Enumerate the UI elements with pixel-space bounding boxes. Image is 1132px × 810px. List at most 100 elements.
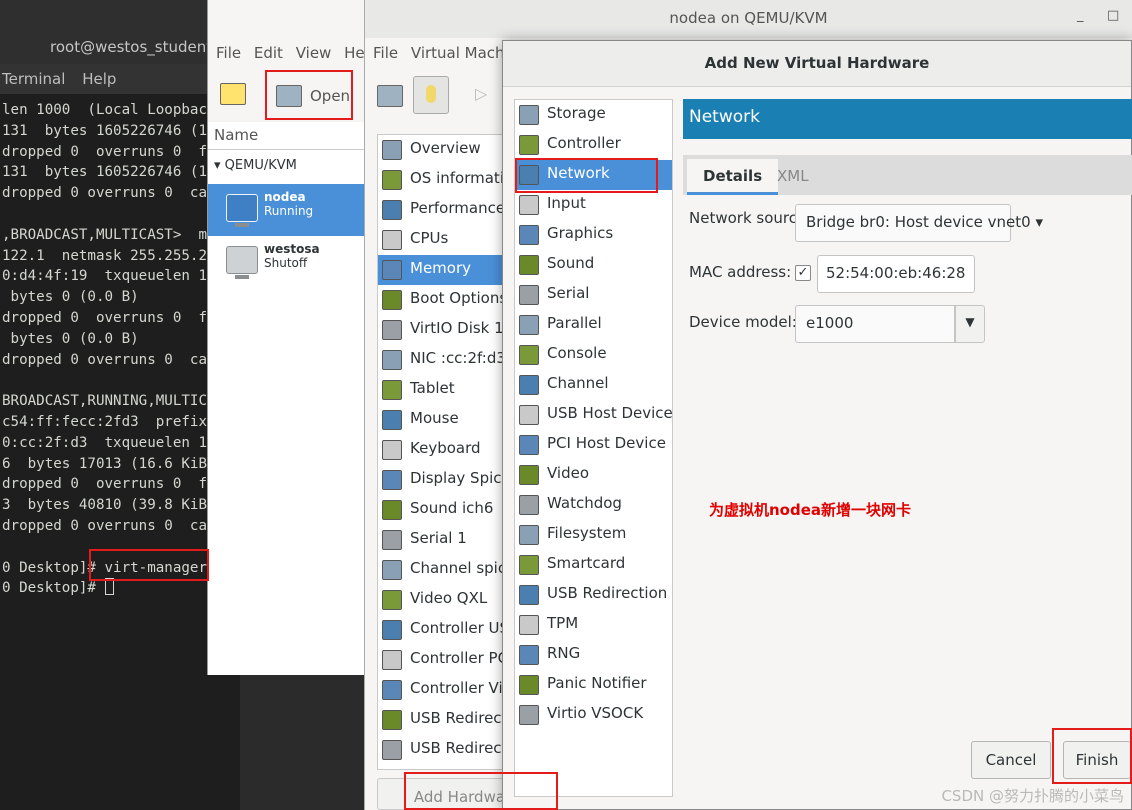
cancel-button[interactable]: Cancel — [971, 741, 1051, 779]
hardware-label: CPUs — [410, 229, 449, 247]
hardware-type-item[interactable]: RNG — [515, 640, 672, 670]
dropdown-arrow-icon: ▾ — [1035, 213, 1044, 231]
details-view-button[interactable] — [413, 76, 449, 114]
vm-menu-virtual-machine[interactable]: Virtual Machine — [411, 44, 515, 62]
hardware-label: USB Redirector — [410, 739, 506, 757]
hardware-icon — [519, 675, 539, 695]
hardware-type-item[interactable]: USB Host Device — [515, 400, 673, 430]
hardware-type-item[interactable]: Serial — [515, 280, 672, 310]
minimize-button[interactable]: _ — [1077, 8, 1084, 23]
add-hardware-dialog: Add New Virtual Hardware Storage Controll… — [502, 40, 1132, 810]
mac-address-checkbox[interactable]: ✓ — [795, 265, 811, 281]
maximize-button[interactable]: □ — [1107, 8, 1119, 23]
terminal-menu-help[interactable]: Help — [82, 70, 116, 88]
cursor — [104, 578, 114, 596]
vm-list-header[interactable]: Name — [208, 122, 378, 150]
vmm-menu-view[interactable]: View — [296, 44, 332, 62]
hardware-type-item[interactable]: Controller — [515, 130, 672, 160]
terminal-window[interactable]: root@westos_student50 Terminal Help len … — [0, 0, 240, 810]
hardware-icon — [382, 290, 402, 310]
hardware-type-item[interactable]: Network — [515, 160, 672, 190]
vm-hardware-item[interactable]: Sound ich6 — [378, 495, 506, 525]
hardware-label: Panic Notifier — [547, 674, 647, 692]
device-model-input[interactable]: e1000 — [795, 305, 955, 343]
vm-hardware-item[interactable]: Controller USB — [378, 615, 506, 645]
hardware-label: Parallel — [547, 314, 602, 332]
hardware-type-item[interactable]: TPM — [515, 610, 672, 640]
hardware-type-item[interactable]: Filesystem — [515, 520, 672, 550]
vm-hardware-item[interactable]: Display Spice — [378, 465, 506, 495]
terminal-menubar: Terminal Help — [0, 64, 240, 94]
hardware-label: Channel spice — [410, 559, 507, 577]
vm-hardware-item[interactable]: Boot Options — [378, 285, 506, 315]
terminal-line: c54:ff:fecc:2fd3 prefixl — [2, 413, 216, 430]
terminal-line: dropped 0 overruns 0 fr — [2, 476, 216, 493]
vm-hardware-item[interactable]: USB Redirector — [378, 735, 506, 765]
vm-menu-file[interactable]: File — [373, 44, 398, 62]
network-source-select[interactable]: Bridge br0: Host device vnet0 ▾ — [795, 204, 1043, 242]
hardware-label: PCI Host Device — [547, 434, 666, 452]
hardware-label: Display Spice — [410, 469, 507, 487]
hardware-icon — [382, 620, 402, 640]
hardware-type-item[interactable]: Channel — [515, 370, 672, 400]
hardware-type-item[interactable]: PCI Host Device — [515, 430, 672, 460]
vm-hardware-item[interactable]: Video QXL — [378, 585, 506, 615]
hardware-icon — [519, 165, 539, 185]
vm-hardware-item[interactable]: VirtIO Disk 1 — [378, 315, 506, 345]
run-icon[interactable]: ▷ — [475, 84, 487, 103]
hardware-type-item[interactable]: Parallel — [515, 310, 672, 340]
hardware-type-item[interactable]: Storage — [515, 100, 672, 130]
hardware-type-item[interactable]: Virtio VSOCK — [515, 700, 672, 730]
hardware-type-item[interactable]: Video — [515, 460, 672, 490]
hardware-label: Graphics — [547, 224, 614, 242]
connection-row[interactable]: ▾ QEMU/KVM — [208, 150, 378, 184]
vm-hardware-item[interactable]: Keyboard — [378, 435, 506, 465]
lightbulb-icon — [426, 85, 436, 103]
hardware-icon — [519, 405, 539, 425]
vm-hardware-item[interactable]: Overview — [378, 135, 506, 165]
vm-row-nodea[interactable]: nodea Running — [208, 184, 378, 236]
console-view-icon[interactable] — [377, 85, 403, 107]
command-text: virt-manager — [104, 559, 208, 576]
hardware-type-item[interactable]: Console — [515, 340, 672, 370]
hardware-label: USB Redirector — [410, 709, 506, 727]
finish-button[interactable]: Finish — [1063, 741, 1131, 779]
open-button[interactable]: Open — [272, 80, 354, 112]
hardware-icon — [519, 345, 539, 365]
hardware-icon — [519, 495, 539, 515]
vm-hardware-item[interactable]: Controller PCI — [378, 645, 506, 675]
hardware-type-item[interactable]: Sound — [515, 250, 672, 280]
hardware-icon — [519, 195, 539, 215]
vm-hardware-item[interactable]: USB Redirector — [378, 705, 506, 735]
vm-hardware-item[interactable]: Tablet — [378, 375, 506, 405]
hardware-label: USB Host Device — [547, 404, 673, 422]
vm-hardware-item[interactable]: Mouse — [378, 405, 506, 435]
vm-hardware-item[interactable]: Serial 1 — [378, 525, 506, 555]
hardware-type-item[interactable]: Watchdog — [515, 490, 672, 520]
vmm-menu-edit[interactable]: Edit — [254, 44, 283, 62]
hardware-type-item[interactable]: Input — [515, 190, 672, 220]
mac-address-input[interactable]: 52:54:00:eb:46:28 — [817, 255, 975, 293]
device-model-dropdown-icon[interactable]: ▼ — [955, 305, 985, 343]
terminal-line: BROADCAST,RUNNING,MULTICA — [2, 393, 216, 410]
hardware-icon — [519, 555, 539, 575]
new-vm-icon[interactable] — [220, 83, 246, 105]
vm-hardware-item[interactable]: Channel spice — [378, 555, 506, 585]
hardware-type-item[interactable]: USB Redirection — [515, 580, 672, 610]
terminal-menu-terminal[interactable]: Terminal — [2, 70, 65, 88]
hardware-icon — [382, 710, 402, 730]
vm-hardware-item[interactable]: NIC :cc:2f:d3 — [378, 345, 506, 375]
vm-hardware-item[interactable]: Controller VirtIO — [378, 675, 506, 705]
hardware-type-item[interactable]: Panic Notifier — [515, 670, 672, 700]
vmm-toolbar: Open — [208, 70, 378, 122]
vm-hardware-item[interactable]: Memory — [378, 255, 506, 285]
vm-hardware-item[interactable]: CPUs — [378, 225, 506, 255]
vm-row-westosa[interactable]: westosa Shutoff — [208, 236, 378, 288]
hardware-icon — [519, 135, 539, 155]
vm-hardware-item[interactable]: OS information — [378, 165, 506, 195]
hardware-type-item[interactable]: Graphics — [515, 220, 672, 250]
tab-xml[interactable]: XML — [761, 159, 825, 195]
hardware-type-item[interactable]: Smartcard — [515, 550, 672, 580]
vm-hardware-item[interactable]: Performance — [378, 195, 506, 225]
vmm-menu-file[interactable]: File — [216, 44, 241, 62]
